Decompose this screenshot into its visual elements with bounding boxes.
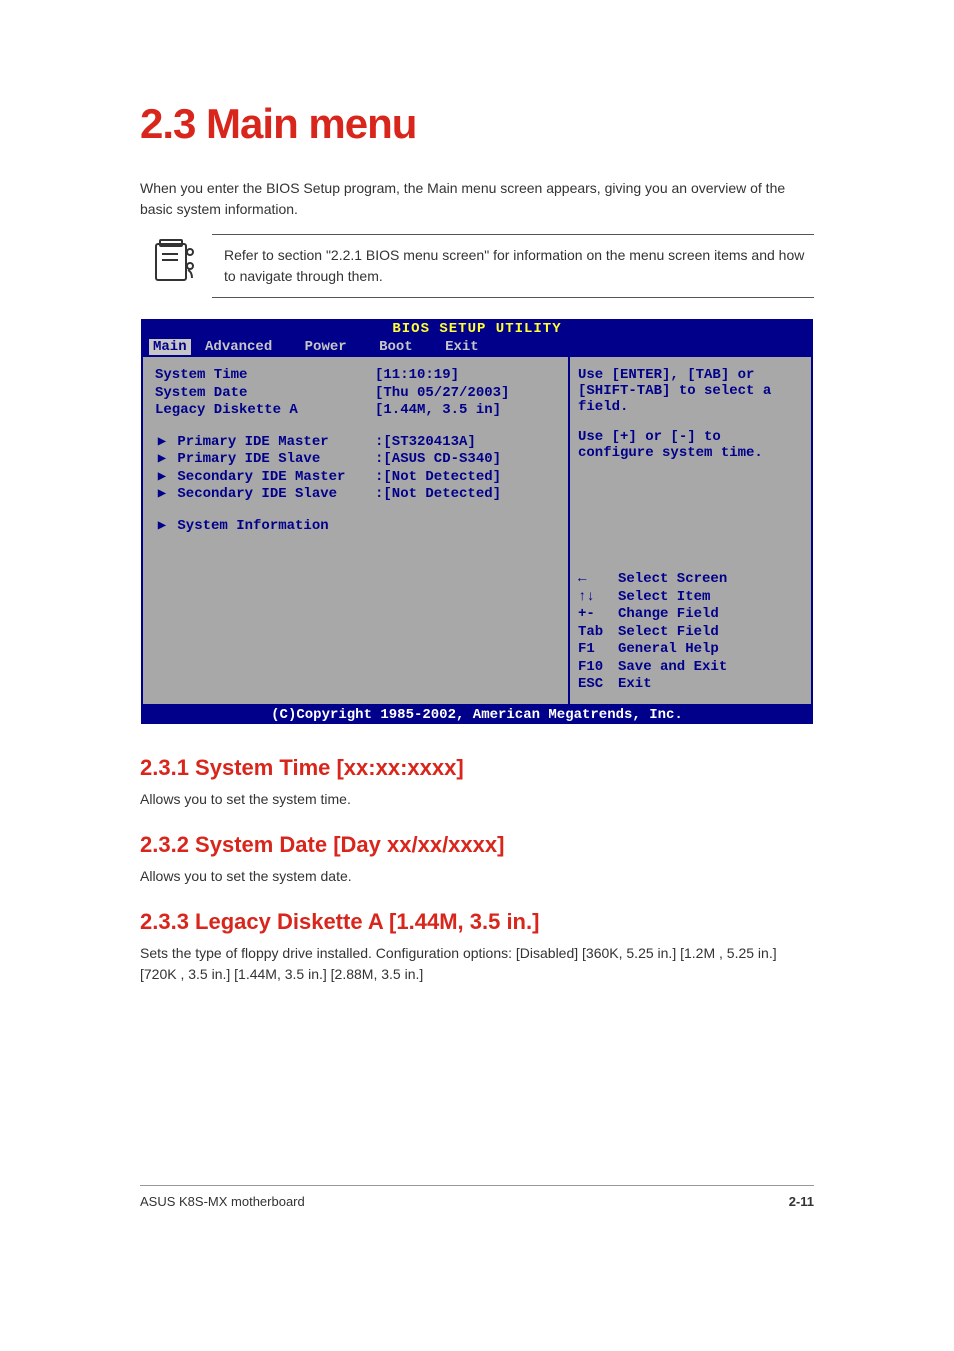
- note-block: Refer to section "2.2.1 BIOS menu screen…: [140, 234, 814, 298]
- bios-nav-key: ↑↓: [578, 589, 618, 607]
- bios-left-panel: System Time [11:10:19] System Date [Thu …: [143, 357, 570, 704]
- bios-tab-main: Main: [149, 339, 191, 355]
- bios-subitem-label: ▶ Secondary IDE Slave: [155, 486, 375, 504]
- note-text: Refer to section "2.2.1 BIOS menu screen…: [212, 234, 814, 298]
- bios-subitem-label: ▶ Primary IDE Slave: [155, 451, 375, 469]
- footer-page-number: 2-11: [789, 1194, 814, 1209]
- bios-right-panel: Use [ENTER], [TAB] or [SHIFT-TAB] to sel…: [570, 357, 811, 704]
- bios-help-text: Use [ENTER], [TAB] or [SHIFT-TAB] to sel…: [578, 367, 803, 415]
- submenu-arrow-icon: ▶: [155, 469, 169, 487]
- bios-subitem-value: :[ST320413A]: [375, 434, 476, 452]
- bios-item-label: System Time: [155, 367, 375, 385]
- submenu-arrow-icon: ▶: [155, 451, 169, 469]
- submenu-arrow-icon: ▶: [155, 486, 169, 504]
- bios-tab-boot: Boot: [373, 339, 431, 355]
- bios-copyright: (C)Copyright 1985-2002, American Megatre…: [141, 706, 813, 724]
- bios-nav-key: ←: [578, 571, 618, 589]
- subsection-heading: 2.3.3 Legacy Diskette A [1.44M, 3.5 in.]: [140, 909, 814, 935]
- bios-nav-desc: Save and Exit: [618, 659, 727, 677]
- bios-title: BIOS SETUP UTILITY: [141, 319, 813, 339]
- note-icon: [152, 238, 200, 286]
- bios-nav-desc: Select Field: [618, 624, 719, 642]
- bios-subitem-label: ▶ Primary IDE Master: [155, 434, 375, 452]
- bios-item-value: [11:10:19]: [375, 367, 459, 385]
- bios-nav-desc: Change Field: [618, 606, 719, 624]
- bios-subitem-value: :[ASUS CD-S340]: [375, 451, 501, 469]
- bios-nav-desc: Select Item: [618, 589, 710, 607]
- bios-subitem-value: :[Not Detected]: [375, 469, 501, 487]
- submenu-arrow-icon: ▶: [155, 518, 169, 536]
- intro-paragraph: When you enter the BIOS Setup program, t…: [140, 178, 814, 220]
- bios-tab-power: Power: [299, 339, 365, 355]
- bios-item-label: System Date: [155, 385, 375, 403]
- bios-nav-key: ESC: [578, 676, 618, 694]
- submenu-arrow-icon: ▶: [155, 434, 169, 452]
- bios-nav-key: Tab: [578, 624, 618, 642]
- bios-nav-key: F10: [578, 659, 618, 677]
- section-heading: 2.3 Main menu: [140, 100, 814, 148]
- bios-menubar: Main Advanced Power Boot Exit: [141, 339, 813, 357]
- bios-nav-desc: Exit: [618, 676, 652, 694]
- subsection-heading: 2.3.2 System Date [Day xx/xx/xxxx]: [140, 832, 814, 858]
- bios-help-text: Use [+] or [-] to configure system time.: [578, 429, 803, 461]
- bios-tab-exit: Exit: [439, 339, 497, 355]
- bios-subitem-value: :[Not Detected]: [375, 486, 501, 504]
- subsection-body: Allows you to set the system time.: [140, 789, 814, 810]
- bios-tab-advanced: Advanced: [199, 339, 290, 355]
- footer-left-text: ASUS K8S-MX motherboard: [140, 1194, 789, 1209]
- bios-nav-key: +-: [578, 606, 618, 624]
- subsection-body: Sets the type of floppy drive installed.…: [140, 943, 814, 985]
- bios-item-value: [Thu 05/27/2003]: [375, 385, 509, 403]
- bios-screenshot: BIOS SETUP UTILITY Main Advanced Power B…: [141, 319, 813, 724]
- bios-item-label: Legacy Diskette A: [155, 402, 375, 420]
- bios-subitem-label: ▶ Secondary IDE Master: [155, 469, 375, 487]
- bios-nav-desc: Select Screen: [618, 571, 727, 589]
- bios-subitem-label: ▶ System Information: [155, 518, 375, 536]
- page-footer: ASUS K8S-MX motherboard 2-11: [140, 1185, 814, 1209]
- bios-nav-desc: General Help: [618, 641, 719, 659]
- subsection-body: Allows you to set the system date.: [140, 866, 814, 887]
- subsection-heading: 2.3.1 System Time [xx:xx:xxxx]: [140, 755, 814, 781]
- bios-item-value: [1.44M, 3.5 in]: [375, 402, 501, 420]
- bios-nav-key: F1: [578, 641, 618, 659]
